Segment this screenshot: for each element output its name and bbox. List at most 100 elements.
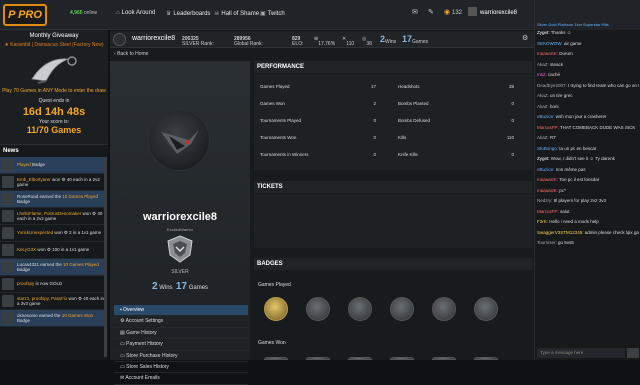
chat-message-user[interactable]: SEKOWOW:: [537, 41, 563, 46]
chat-message: MarcusFP: salut: [537, 209, 639, 215]
news-item[interactable]: Emb_Elbortyarer won ⚙ 40 each in a 2v2 g…: [0, 174, 106, 191]
chat-message: AkaZ: boni: [537, 104, 639, 110]
chat-message-user[interactable]: Tourniser:: [537, 240, 557, 245]
chat-bubble-icon[interactable]: ✎: [428, 8, 434, 16]
badges-header: BADGES: [254, 258, 532, 270]
profile-header-name: warriorexcile8: [132, 35, 176, 42]
profile-card: warriorexcile8 ExcitedWarrior SILVER 2 W…: [110, 61, 250, 385]
chat-message-text: salut: [560, 208, 570, 214]
trophy-icon: ♛: [166, 11, 172, 17]
giveaway-title: Monthly Giveaway: [29, 33, 79, 39]
mail-icon[interactable]: ✉: [412, 8, 418, 16]
chat-messages: Zyget: Thanks ☺ SEKOWOW: air game maaaaSK:…: [537, 30, 639, 251]
online-count: 4,965: [70, 10, 83, 16]
badge-played-4[interactable]: [390, 297, 414, 321]
silver-rank-icon: [167, 235, 193, 263]
menu-game-history[interactable]: ▤ Game History: [114, 328, 248, 340]
news-item[interactable]: KeLyG3X won ⚙ 100 in a 1v1 game: [0, 242, 106, 259]
news-avatar: [2, 227, 14, 239]
menu-account-emails[interactable]: ✉ Account Emails: [114, 373, 248, 385]
chat-message-user[interactable]: Nedzry:: [537, 198, 553, 203]
quest-ends-label: Quest ends in: [38, 98, 70, 104]
chat-message-user[interactable]: MarcusFP:: [537, 209, 559, 214]
badge-played-6[interactable]: [474, 297, 498, 321]
skull-icon: ☠: [214, 11, 220, 17]
badge-played-2[interactable]: [306, 297, 330, 321]
profile-avatar: [148, 109, 210, 171]
chat-message-text: Durum: [559, 51, 573, 56]
back-to-home-link[interactable]: ‹ Back to Home: [114, 51, 148, 57]
menu-account-settings[interactable]: ⚙ Account Settings: [114, 316, 248, 328]
header-wins: 2 Wins: [380, 34, 397, 45]
site-logo[interactable]: P PRO: [3, 4, 47, 26]
news-item[interactable]: RoseRoad earned the 10 Games Played Badg…: [0, 191, 106, 208]
chat-message-user[interactable]: Zyget:: [537, 156, 550, 161]
chat-message-input[interactable]: Type a message here: [537, 348, 625, 358]
news-item[interactable]: starz1, proofspy, PassFix won ⚙ 40 each …: [0, 293, 106, 310]
chat-message-user[interactable]: maaaaSK:: [537, 51, 558, 56]
chat-message-user[interactable]: maaaaSK:: [537, 188, 558, 193]
chat-rank-legend: Silver Gold Platinum 1km Superstar Kills: [537, 22, 609, 27]
news-title: News: [3, 148, 19, 154]
news-item[interactable]: Lucas4321 earned the 10 Games Played Bad…: [0, 259, 106, 276]
chat-message-user[interactable]: F2rK:: [537, 219, 548, 224]
news-item[interactable]: proofspy is now GOLD: [0, 276, 106, 293]
news-item[interactable]: oknesome earned the 10 Games Won Badge: [0, 310, 106, 327]
chat-message-user[interactable]: AkaZ:: [537, 135, 549, 140]
user-menu[interactable]: warriorexcile8: [480, 10, 517, 16]
home-icon: ⌂: [116, 10, 120, 16]
chat-message-user[interactable]: maaaaSK:: [537, 177, 558, 182]
menu-store-purchase-history[interactable]: ▭ Store Purchase History: [114, 351, 248, 362]
stat-games-won: Games Won 2: [260, 101, 376, 106]
profile-menu: ▪ Overview ⚙ Account Settings ▤ Game His…: [114, 305, 248, 385]
chat-message-text: I trying to find team who can go on tour…: [568, 82, 639, 88]
stat-games-played: Games Played 17: [260, 84, 376, 89]
chat-message-user[interactable]: Zyget:: [537, 30, 550, 35]
performance-header: PERFORMANCE: [254, 61, 532, 73]
chat-message: Iris2: caché: [537, 72, 639, 78]
games-label: Games: [188, 285, 209, 291]
news-avatar: [2, 244, 14, 256]
badge-played-3[interactable]: [348, 297, 372, 321]
chat-message-user[interactable]: Iris2:: [537, 72, 547, 77]
chat-message-user[interactable]: DeadEye2007:: [537, 83, 567, 88]
stat-bombs-planted: Bombs Planted 0: [398, 101, 514, 106]
chat-message-text: non même pas: [555, 166, 586, 172]
chat-message: SEKOWOW: air game: [537, 41, 639, 47]
menu-store-sales-history[interactable]: ▭ Store Sales History: [114, 362, 248, 374]
chat-message-user[interactable]: AkaZ:: [537, 93, 549, 98]
chat-message-text: THAT COMEBACK DUDE WAS SICK: [559, 124, 636, 130]
chat-message-user[interactable]: MarcusFP:: [537, 125, 559, 130]
profile-stats-column: PERFORMANCE Games Played 17 Games Won 2 To…: [254, 61, 532, 360]
chat-message-text: wsh mon jour a crasherer: [555, 114, 607, 119]
news-item[interactable]: Played Badge: [0, 157, 106, 174]
chat-message-user[interactable]: AkaZ:: [537, 104, 549, 109]
chat-send-button[interactable]: [627, 348, 639, 358]
chat-message: DeadEye2007: I trying to find team who c…: [537, 83, 639, 89]
stat-tournaments-winners: Tournaments in Winners 0: [260, 152, 376, 157]
nav-hall-of-shame[interactable]: ☠ Hall of Shame: [214, 10, 259, 17]
chat-message-user[interactable]: AkaZ:: [537, 62, 549, 67]
menu-payment-history[interactable]: ▭ Payment History: [114, 339, 248, 351]
headshots-stat: ◎ 38: [362, 36, 372, 47]
kills-stat: ✕ 110: [342, 36, 355, 47]
chat-message-user[interactable]: StoBongo:: [537, 146, 558, 151]
chat-message-user[interactable]: eBuzion:: [537, 167, 555, 172]
chat-message-text: ta un pc en bescar: [559, 145, 597, 151]
settings-gear-icon[interactable]: ⚙: [522, 34, 528, 42]
badge-played-5[interactable]: [432, 297, 456, 321]
menu-overview[interactable]: ▪ Overview: [114, 305, 248, 317]
nav-leaderboards[interactable]: ♛ Leaderboards: [166, 10, 210, 17]
news-item[interactable]: LhelloFlame, PoitrusDenomaker won ⚙ 40 e…: [0, 208, 106, 225]
news-scrollbar[interactable]: [104, 157, 107, 357]
chat-message-user[interactable]: eBuzion:: [537, 114, 555, 119]
user-avatar[interactable]: [468, 7, 477, 16]
chat-message-user[interactable]: SwaggerV3STM12345:: [537, 230, 584, 235]
badge-played-1[interactable]: [264, 297, 288, 321]
news-item[interactable]: YorickUnexpected won ⚙ 2 in a 1v1 game: [0, 225, 106, 242]
chat-message: SwaggerV3STM12345: admin please check lq…: [537, 230, 639, 236]
news-avatar: [2, 159, 14, 171]
nav-twitch[interactable]: ▣ Twitch: [260, 10, 285, 17]
nav-look-around[interactable]: ⌂ Look Around: [116, 10, 155, 16]
chat-message-text: boni: [550, 103, 559, 109]
